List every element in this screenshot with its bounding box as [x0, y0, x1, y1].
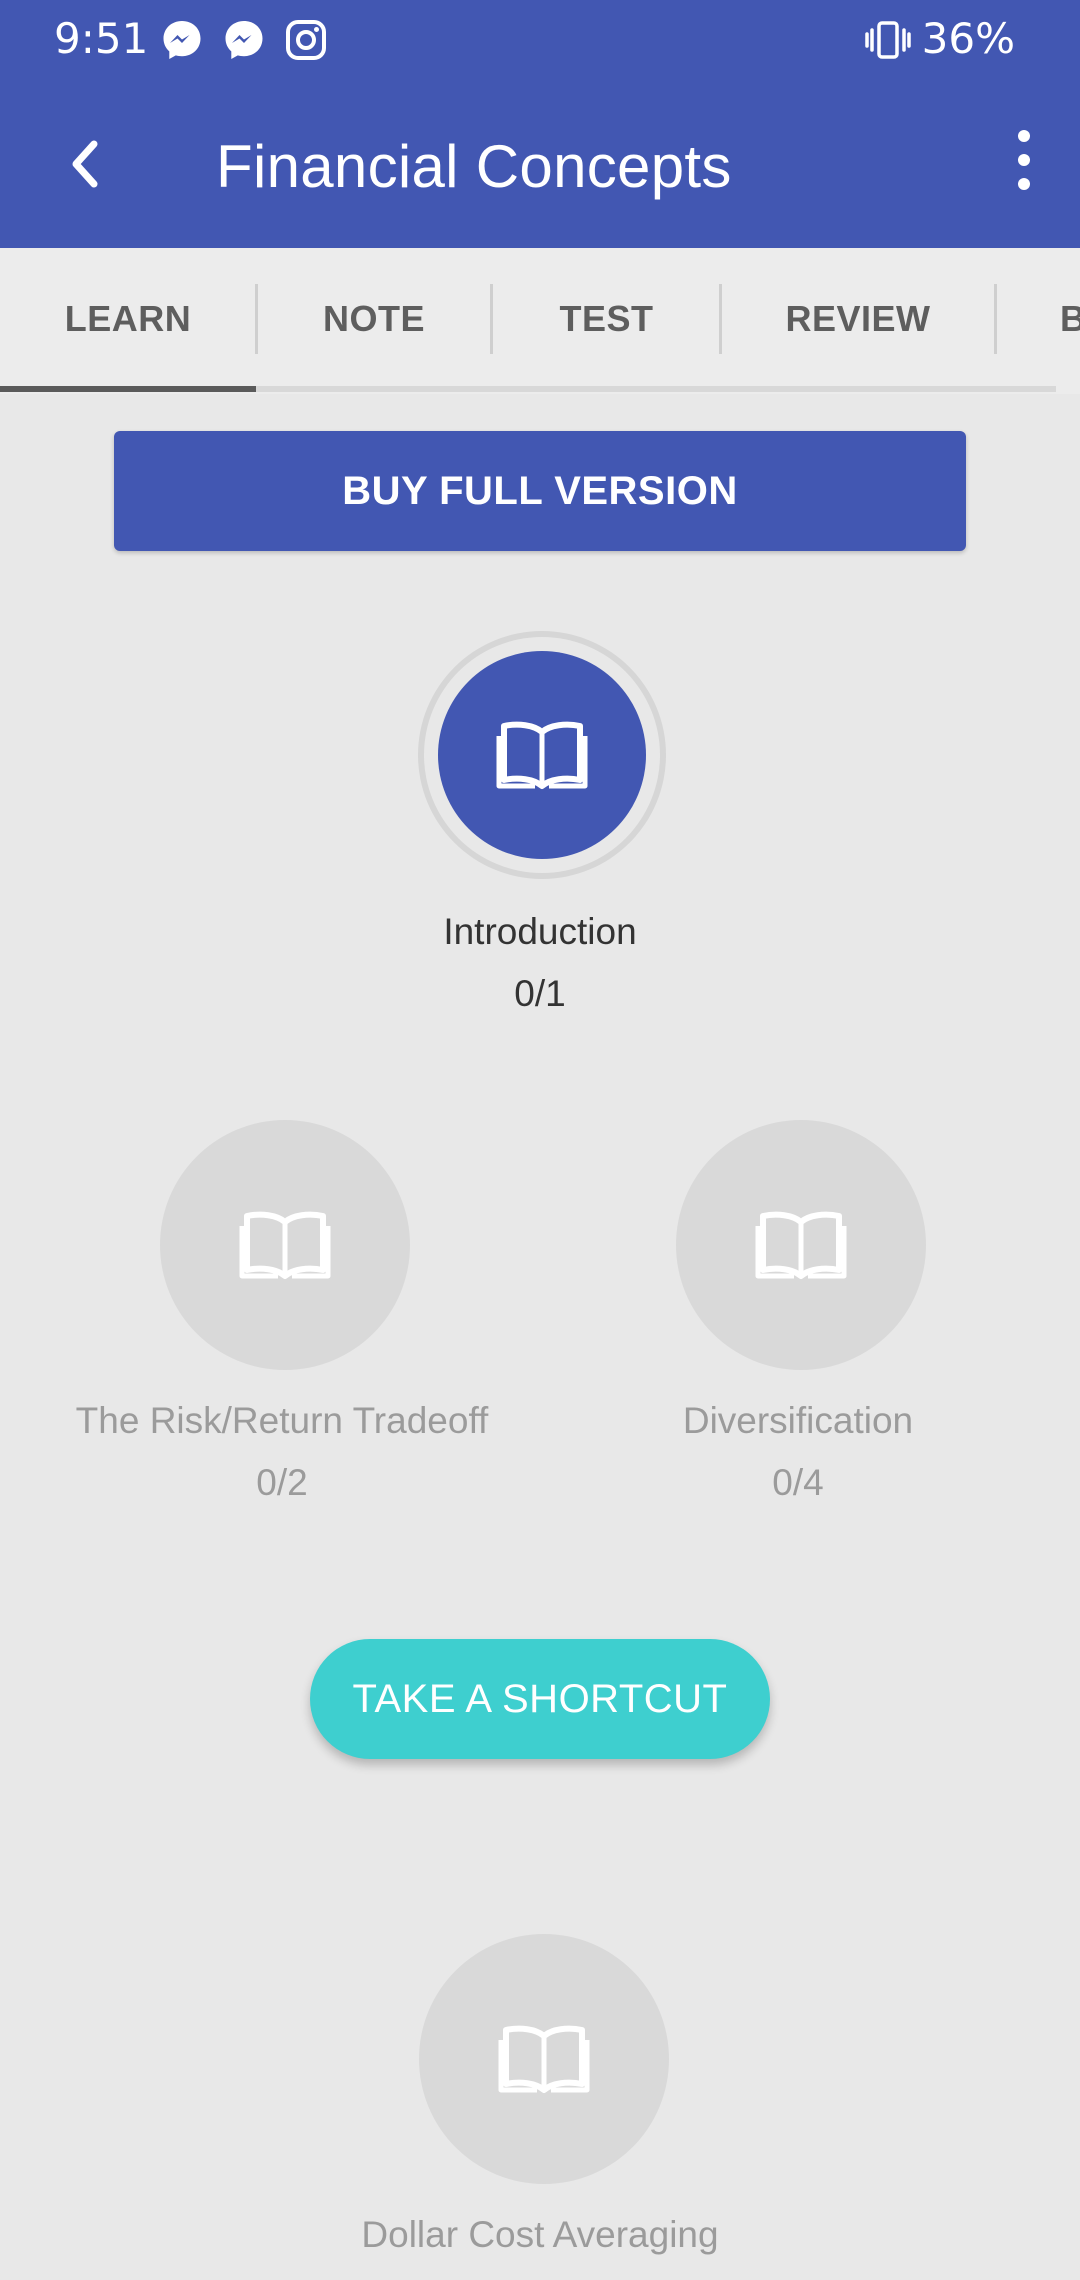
tab-note[interactable]: NOTE	[258, 248, 490, 390]
tab-review[interactable]: REVIEW	[722, 248, 994, 390]
tab-divider	[994, 284, 997, 354]
messenger-icon	[225, 21, 263, 59]
battery-level: 36%	[921, 14, 1015, 63]
instagram-icon	[286, 20, 326, 60]
lesson-diversification-button[interactable]	[676, 1120, 926, 1370]
lesson-title: Diversification	[682, 1400, 914, 1441]
page-title: Financial Concepts	[216, 133, 732, 200]
tab-overflow[interactable]: B	[1060, 248, 1080, 390]
app-bar: 9:51 36% Financial Concepts	[0, 0, 1080, 248]
tab-indicator	[0, 386, 256, 392]
back-arrow-icon[interactable]	[50, 124, 120, 204]
more-vert-icon[interactable]	[1004, 128, 1044, 192]
buy-full-version-button[interactable]: BUY FULL VERSION	[114, 431, 966, 551]
lesson-introduction-button[interactable]	[438, 651, 646, 859]
lesson-progress: 0/2	[256, 1462, 308, 1503]
lesson-title: The Risk/Return Tradeoff	[75, 1400, 489, 1441]
take-a-shortcut-button[interactable]: TAKE A SHORTCUT	[310, 1639, 770, 1759]
book-icon	[239, 1211, 331, 1279]
status-time: 9:51	[54, 14, 149, 63]
lesson-title: Introduction	[443, 911, 637, 952]
lesson-risk-return-button[interactable]	[160, 1120, 410, 1370]
messenger-icon	[163, 21, 201, 59]
status-bar: 9:51 36%	[0, 0, 1080, 80]
vibrate-icon	[865, 21, 911, 59]
toolbar: Financial Concepts	[0, 80, 1080, 248]
tab-bar: LEARN NOTE TEST REVIEW B	[0, 248, 1080, 394]
tab-test[interactable]: TEST	[493, 248, 720, 390]
book-icon	[755, 1211, 847, 1279]
book-icon	[498, 2025, 590, 2093]
lesson-title: Dollar Cost Averaging	[361, 2214, 719, 2255]
lesson-progress: 0/4	[772, 1462, 824, 1503]
lesson-dollar-cost-averaging-button[interactable]	[419, 1934, 669, 2184]
tab-learn[interactable]: LEARN	[0, 248, 256, 390]
lesson-progress: 0/1	[514, 973, 566, 1014]
book-icon	[496, 721, 588, 789]
